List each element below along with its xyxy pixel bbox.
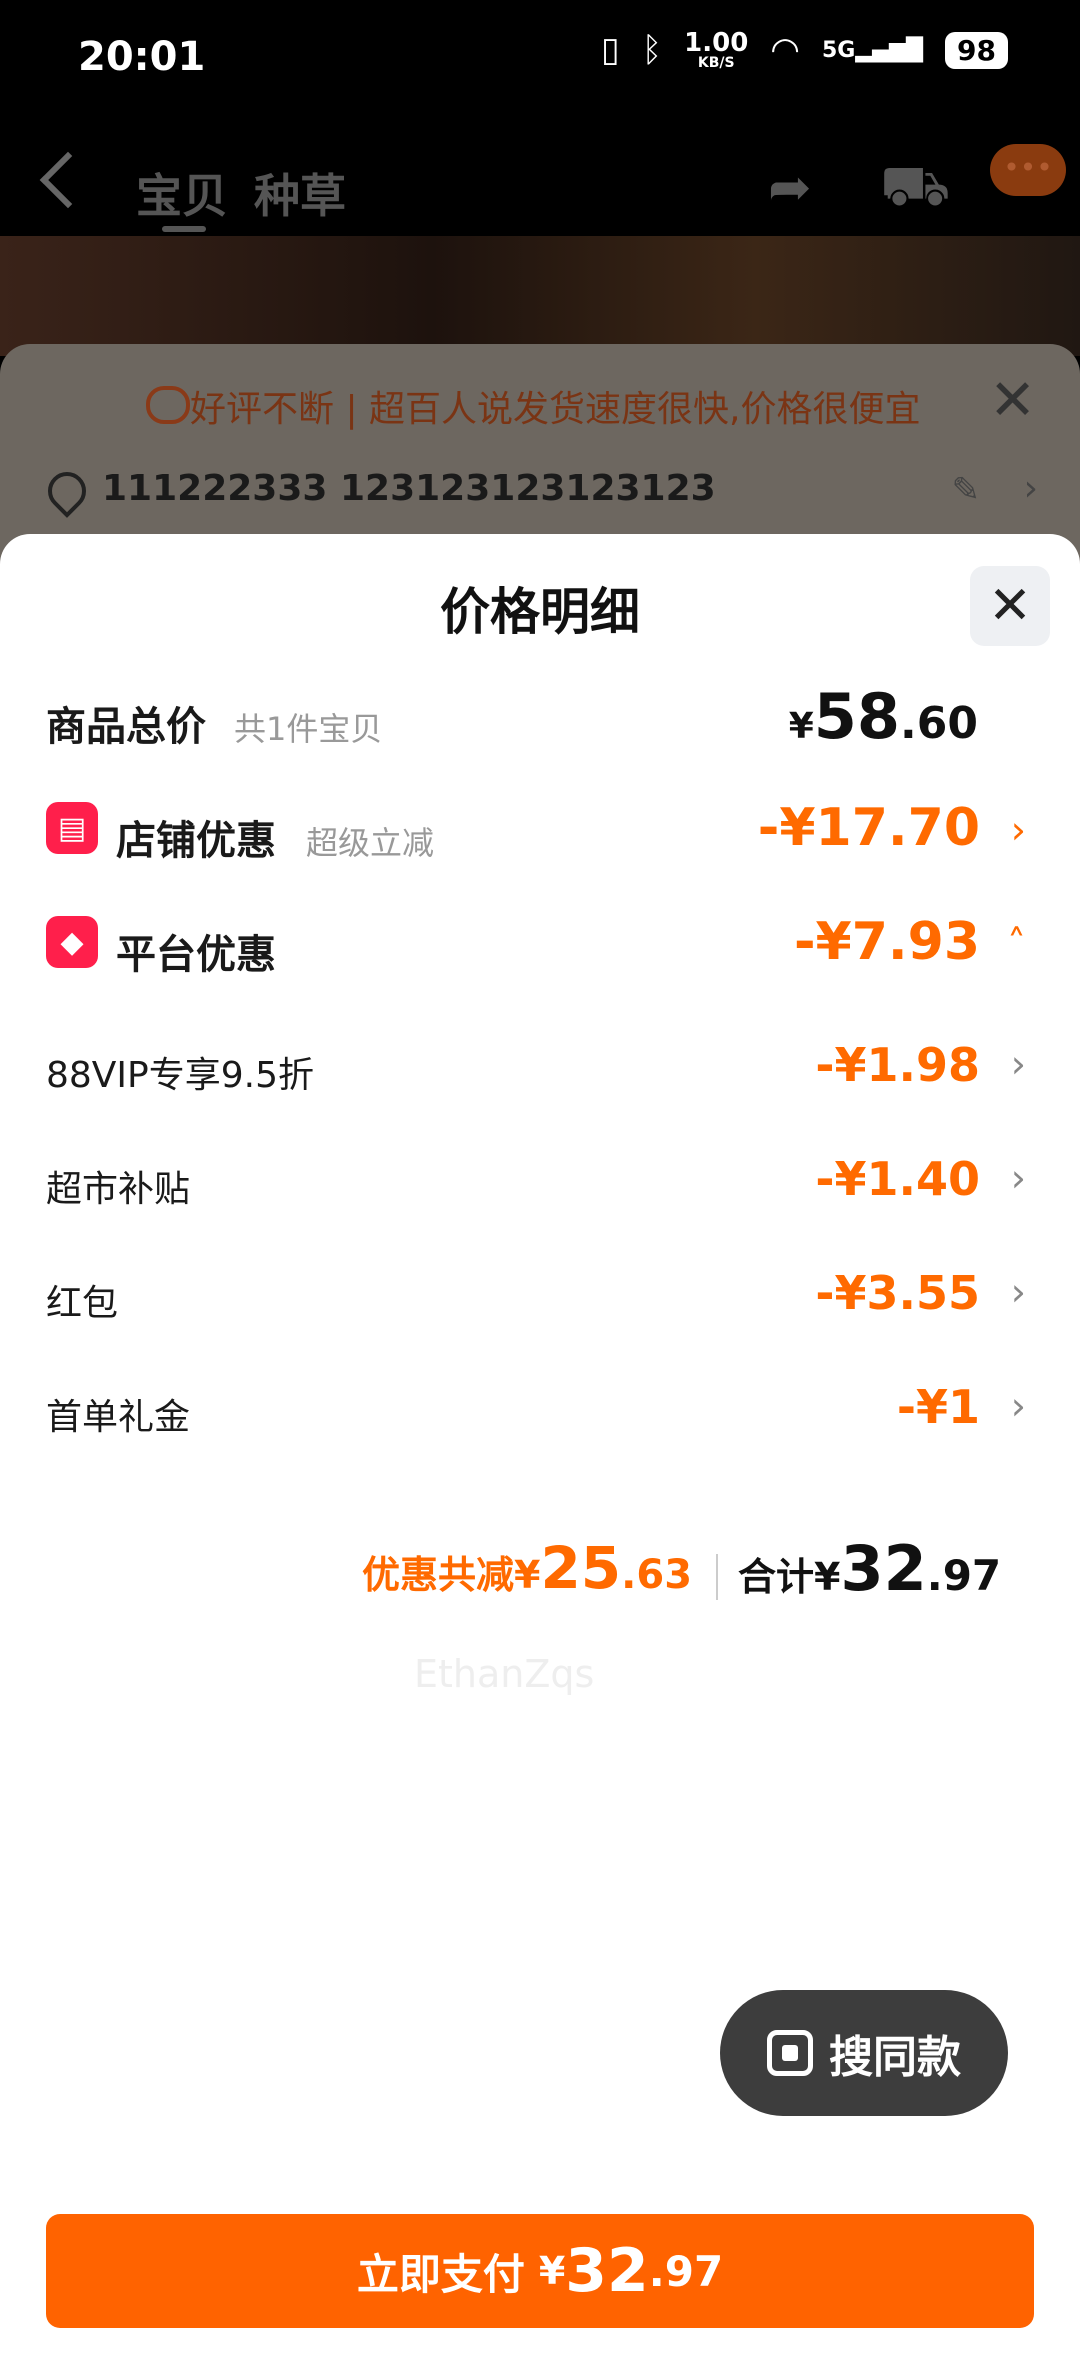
cart-icon[interactable]: ⛟ [880,154,950,226]
chevron-right-icon: › [1010,1384,1026,1428]
discount-item-row[interactable]: 88VIP专享9.5折 -¥1.98 › [0,1024,1080,1104]
grand-total: 合计¥32.97 [738,1532,1002,1605]
goods-total-value: ¥58.60 [788,680,978,753]
chevron-right-icon: › [1010,808,1026,852]
platform-discount-label: 平台优惠 [116,932,276,978]
tab-product[interactable]: 宝贝 [136,160,228,226]
banner-close-icon[interactable]: ✕ [989,368,1036,433]
total-discount: 优惠共减¥25.63 [362,1534,693,1602]
discount-item-label: 首单礼金 [46,1397,191,1438]
discount-item-row[interactable]: 超市补贴 -¥1.40 › [0,1138,1080,1218]
goods-count: 共1件宝贝 [234,710,383,748]
chevron-up-icon: ˄ [1007,922,1026,966]
review-banner: 好评不断 | 超百人说发货速度很快,价格很便宜 ✕ [0,368,1080,448]
watermark: EthanZqs [414,1652,595,1696]
location-pin-icon [40,464,94,518]
store-discount-sub: 超级立减 [306,824,435,862]
chevron-right-icon: › [1010,1042,1026,1086]
discount-item-label: 红包 [46,1283,119,1324]
chat-icon[interactable]: ••• [990,144,1066,196]
chevron-right-icon: › [1010,1270,1026,1314]
share-icon[interactable]: ➦ [768,158,812,218]
address-text: 111222333 123123123123123 [102,468,716,509]
discount-item-value: -¥1 [896,1380,980,1434]
platform-discount-row[interactable]: ◆ 平台优惠 -¥7.93 ˄ [0,904,1080,984]
pay-now-button[interactable]: 立即支付 ¥ 32 .97 [46,2214,1034,2328]
pay-now-label: 立即支付 [356,2249,525,2299]
pay-currency: ¥ [538,2249,566,2293]
modal-title: 价格明细 [440,583,640,641]
summary-divider [716,1554,718,1600]
cellular-signal-icon: 5G▂▄▆█ [821,37,924,63]
discount-item-label: 超市补贴 [46,1169,191,1210]
discount-item-value: -¥1.98 [815,1038,980,1092]
scan-icon [767,2030,813,2076]
back-icon[interactable] [39,151,97,209]
product-nav-bar: 宝贝 种草 ➦ ⛟ ••• [0,140,1080,240]
discount-item-label: 88VIP专享9.5折 [46,1055,315,1096]
goods-total-row: 商品总价 共1件宝贝 ¥58.60 [0,676,1080,756]
discount-item-row[interactable]: 红包 -¥3.55 › [0,1252,1080,1332]
store-discount-row[interactable]: ▤ 店铺优惠 超级立减 -¥17.70 › [0,790,1080,870]
network-speed: 1.00 KB/S [684,28,749,71]
discount-item-value: -¥1.40 [815,1152,980,1206]
chat-bubble-icon [146,386,190,424]
pay-amount-dec: .97 [648,2246,724,2296]
status-time: 20:01 [78,34,206,80]
address-row[interactable]: 111222333 123123123123123 ✎ › [0,464,1080,534]
store-discount-label: 店铺优惠 [116,818,276,864]
search-same-button[interactable]: 搜同款 [720,1990,1008,2116]
close-button[interactable]: ✕ [970,566,1050,646]
chevron-right-icon: › [1010,1156,1026,1200]
search-same-label: 搜同款 [829,2032,961,2083]
goods-total-label: 商品总价 [46,704,206,750]
tag-icon: ◆ [46,916,98,968]
vibrate-icon: ▯ [601,30,620,70]
tab-recommend[interactable]: 种草 [254,160,346,226]
status-icons: ▯ ᛒ 1.00 KB/S ◠ 5G▂▄▆█ 98 [601,30,1008,70]
close-icon: ✕ [988,576,1032,636]
battery-icon: 98 [945,31,1008,69]
discount-item-value: -¥3.55 [815,1266,980,1320]
discount-item-row[interactable]: 首单礼金 -¥1 › [0,1366,1080,1446]
tab-underline [162,226,206,232]
status-bar: 20:01 ▯ ᛒ 1.00 KB/S ◠ 5G▂▄▆█ 98 [0,0,1080,120]
bluetooth-icon: ᛒ [641,30,663,70]
chevron-right-icon[interactable]: › [1024,468,1038,509]
pay-amount-int: 32 [565,2236,649,2306]
wifi-icon: ◠ [770,30,800,70]
price-summary: 优惠共减¥25.63 合计¥32.97 [0,1514,1080,1614]
product-hero-image [0,236,1080,356]
store-icon: ▤ [46,802,98,854]
store-discount-value: -¥17.70 [757,798,980,858]
banner-text: 好评不断 | 超百人说发货速度很快,价格很便宜 [190,389,921,430]
edit-icon[interactable]: ✎ [952,470,981,510]
platform-discount-value: -¥7.93 [793,912,980,972]
